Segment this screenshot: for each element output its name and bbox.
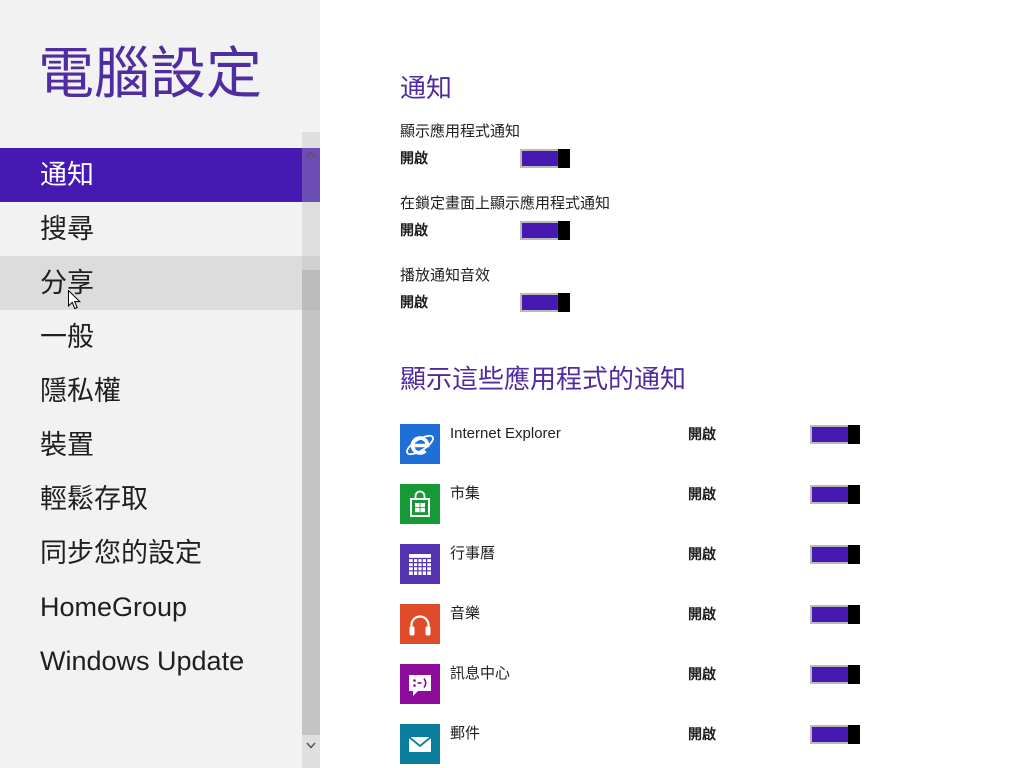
app-status: 開啟 (688, 726, 716, 742)
headphones-icon (409, 615, 431, 636)
setting-label: 顯示應用程式通知 (400, 123, 521, 140)
app-tile (400, 544, 440, 584)
toggle-thumb[interactable] (848, 545, 860, 564)
toggle-thumb[interactable] (558, 293, 570, 312)
app-tile (400, 484, 440, 524)
nav-item-sync-settings[interactable]: 同步您的設定 (0, 526, 320, 580)
toggle-switch[interactable] (810, 545, 860, 564)
scrollbar-thumb[interactable] (302, 270, 320, 735)
chevron-up-icon (306, 151, 316, 158)
nav-item-share[interactable]: 分享 (0, 256, 320, 310)
sidebar-scrollbar[interactable] (302, 132, 320, 768)
setting-status: 開啟 (400, 294, 428, 310)
setting-show-app-notifications: 顯示應用程式通知 開啟 (400, 122, 720, 172)
mail-icon (408, 736, 432, 752)
app-name: 訊息中心 (450, 665, 511, 682)
scroll-down-button[interactable] (302, 739, 320, 753)
app-status: 開啟 (688, 426, 716, 442)
settings-sidebar: 電腦設定 通知 搜尋 分享 一般 隱私權 裝置 輕鬆存取 同步您的設定 Home… (0, 0, 320, 768)
app-status: 開啟 (688, 546, 716, 562)
toggle-switch[interactable] (520, 221, 570, 240)
chevron-down-icon (306, 742, 316, 749)
store-logo-pane (420, 508, 425, 513)
setting-lock-screen-notifications: 在鎖定畫面上顯示應用程式通知 開啟 (400, 194, 720, 244)
toggle-thumb[interactable] (558, 149, 570, 168)
toggle-thumb[interactable] (848, 605, 860, 624)
store-icon (410, 490, 430, 517)
toggle-switch[interactable] (810, 485, 860, 504)
setting-label: 播放通知音效 (400, 267, 491, 284)
internet-explorer-icon (406, 434, 434, 456)
setting-notification-sounds: 播放通知音效 開啟 (400, 266, 720, 316)
pc-settings-window: 電腦設定 通知 搜尋 分享 一般 隱私權 裝置 輕鬆存取 同步您的設定 Home… (0, 0, 1024, 768)
app-row-store: 市集 開啟 (400, 484, 860, 524)
toggle-switch[interactable] (810, 725, 860, 744)
store-bag-handle (414, 490, 426, 499)
settings-nav-list: 通知 搜尋 分享 一般 隱私權 裝置 輕鬆存取 同步您的設定 HomeGroup… (0, 148, 320, 688)
chevron-down-stroke (306, 742, 316, 749)
page-title: 電腦設定 (38, 42, 262, 105)
smiley-eye-top (413, 679, 416, 682)
toggle-switch[interactable] (810, 425, 860, 444)
notifications-heading: 通知 (400, 73, 453, 103)
toggle-switch[interactable] (520, 149, 570, 168)
toggle-switch[interactable] (810, 665, 860, 684)
app-row-internet-explorer: Internet Explorer 開啟 (400, 424, 860, 464)
app-tile (400, 724, 440, 764)
app-tile (400, 604, 440, 644)
app-name: 市集 (450, 485, 481, 502)
toggle-thumb[interactable] (848, 425, 860, 444)
app-tile (400, 424, 440, 464)
app-tile (400, 664, 440, 704)
toggle-thumb[interactable] (848, 485, 860, 504)
scroll-up-button[interactable] (302, 148, 320, 162)
app-row-mail: 郵件 開啟 (400, 724, 860, 764)
nav-item-privacy[interactable]: 隱私權 (0, 364, 320, 418)
toggle-switch[interactable] (810, 605, 860, 624)
store-bag-body (410, 498, 430, 517)
nav-item-general[interactable]: 一般 (0, 310, 320, 364)
app-name: Internet Explorer (450, 425, 561, 442)
headphones-right-cup (425, 626, 431, 636)
nav-item-devices[interactable]: 裝置 (0, 418, 320, 472)
smiley-eye-bottom (413, 684, 416, 687)
messaging-icon (409, 675, 431, 696)
app-row-calendar: 行事曆 開啟 (400, 544, 860, 584)
nav-item-ease-of-access[interactable]: 輕鬆存取 (0, 472, 320, 526)
app-row-messaging: 訊息中心 開啟 (400, 664, 860, 704)
smiley-nose (417, 682, 422, 684)
mouse-pointer-icon (68, 290, 81, 310)
toggle-switch[interactable] (520, 293, 570, 312)
mouse-pointer-shape (68, 290, 81, 310)
chevron-up-stroke (306, 151, 316, 158)
toggle-thumb[interactable] (848, 665, 860, 684)
app-row-music: 音樂 開啟 (400, 604, 860, 644)
app-status: 開啟 (688, 486, 716, 502)
nav-item-homegroup[interactable]: HomeGroup (0, 580, 320, 634)
store-logo-pane (415, 503, 420, 508)
settings-content: 通知 顯示應用程式通知 開啟 在鎖定畫面上顯示應用程式通知 開啟 播放通知音效 … (320, 0, 1024, 768)
setting-status: 開啟 (400, 150, 428, 166)
app-notifications-heading: 顯示這些應用程式的通知 (400, 364, 687, 394)
app-name: 行事曆 (450, 545, 496, 562)
store-logo-pane (415, 508, 420, 513)
app-name: 郵件 (450, 725, 481, 742)
app-name: 音樂 (450, 605, 481, 622)
headphones-left-cup (409, 626, 415, 636)
nav-item-search[interactable]: 搜尋 (0, 202, 320, 256)
app-status: 開啟 (688, 606, 716, 622)
speech-bubble (409, 675, 431, 696)
store-logo-pane (420, 503, 425, 508)
calendar-body (409, 554, 431, 575)
calendar-icon (409, 554, 431, 575)
toggle-thumb[interactable] (848, 725, 860, 744)
nav-item-windows-update[interactable]: Windows Update (0, 634, 320, 688)
nav-item-notifications[interactable]: 通知 (0, 148, 320, 202)
setting-status: 開啟 (400, 222, 428, 238)
toggle-thumb[interactable] (558, 221, 570, 240)
setting-label: 在鎖定畫面上顯示應用程式通知 (400, 195, 611, 212)
app-status: 開啟 (688, 666, 716, 682)
